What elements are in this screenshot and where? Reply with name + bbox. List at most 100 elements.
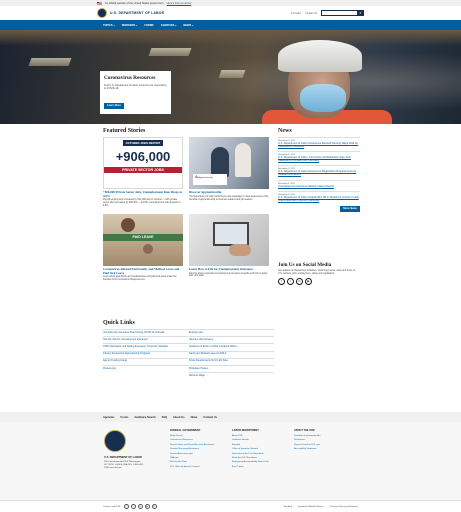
news-link[interactable]: U.S. Department of Labor, Commerce and E… (278, 156, 360, 162)
quick-link[interactable]: Poster Requirements for US Job Sites (189, 357, 274, 365)
nav-workers-label: WORKERS (121, 23, 136, 27)
footer-link-faq[interactable]: FAQ (162, 416, 167, 419)
footer-col-labor: LABOR DEPARTMENT About DOL Guidance Sear… (232, 429, 288, 469)
search-button[interactable]: ⌕ (357, 10, 364, 16)
news-link[interactable]: Unemployment Insurance Weekly Claims Rep… (278, 185, 360, 188)
footer-links-bar: Agencies Forms Guidance Search FAQ About… (0, 412, 461, 422)
quick-link[interactable]: Employer.gov (189, 329, 274, 336)
quick-link[interactable]: OSHA Vaccination and Testing Emergency T… (103, 343, 188, 350)
quick-link[interactable]: Workers.gov (103, 364, 188, 372)
twitter-icon[interactable]: t (287, 277, 294, 285)
quick-link[interactable]: Workplace Posters (189, 364, 274, 372)
footer-link-contact[interactable]: Contact Us (203, 416, 217, 419)
email-icon[interactable]: ✉ (151, 504, 157, 509)
quick-link[interactable]: Minimum Wage (189, 372, 274, 379)
featured-stories: Featured Stories OCTOBER JOBS REPORT +90… (103, 128, 269, 282)
footer-link-agencies[interactable]: Agencies (103, 416, 115, 419)
jobs-report-label: PRIVATE SECTOR JOBS (104, 167, 182, 173)
footer-social-icons: f t in ▶ ✉ (123, 504, 157, 509)
story-text: Payroll employment increased by 531,000 … (103, 199, 181, 207)
footer-link[interactable]: A to Z Index (232, 465, 288, 469)
person-figure (143, 243, 153, 254)
linkedin-icon[interactable]: in (296, 277, 303, 285)
quick-link[interactable]: Unemployment Insurance Relief During COV… (103, 329, 188, 336)
jobs-report-tag: OCTOBER JOBS REPORT (122, 140, 164, 146)
hero-text: Find U.S. Department of Labor resources … (104, 84, 167, 91)
quick-link[interactable]: Veterans Jobs Services (189, 336, 274, 343)
laptop-screen (213, 221, 249, 246)
us-flag-icon (97, 1, 102, 5)
unemployment-image (189, 213, 269, 266)
privacy-link[interactable]: Privacy & Security Statement (330, 506, 358, 508)
paid-leave-image: PAID LEAVE (103, 213, 183, 266)
dol-logo[interactable]: U.S. DEPARTMENT OF LABOR (97, 8, 164, 18)
hero-light (148, 48, 192, 56)
contact-us-link[interactable]: Contact Us (305, 12, 317, 15)
story-title[interactable]: +906,000 Private Sector Jobs, Unemployme… (103, 190, 183, 198)
nav-agencies[interactable]: AGENCIES ▾ (161, 24, 177, 27)
story-card[interactable]: A Apprenticeship Discover Apprenticeship… (189, 137, 269, 208)
footer-bottom-bar: Connect with DOL f t in ▶ ✉ Site Map Imp… (0, 500, 461, 512)
hero-learn-more-button[interactable]: Learn More (104, 102, 124, 109)
jobs-report-image: OCTOBER JOBS REPORT +906,000 PRIVATE SEC… (103, 137, 183, 189)
quick-links-col-1: Unemployment Insurance Relief During COV… (103, 329, 188, 379)
quick-link[interactable]: Agency Funding Grants (103, 357, 188, 365)
agency-name: U.S. DEPARTMENT OF LABOR (110, 11, 165, 15)
youtube-icon[interactable]: ▶ (144, 504, 150, 509)
nav-news-label: NEWS (183, 23, 192, 27)
youtube-icon[interactable]: ▶ (305, 277, 312, 285)
footer-col-about: ABOUT THE SITE Freedom of Information Ac… (294, 429, 350, 452)
gov-banner-text: An official website of the United States… (105, 1, 164, 5)
search-input[interactable] (321, 10, 357, 16)
facebook-icon[interactable]: f (123, 504, 129, 509)
hero-banner: Coronavirus Resources Find U.S. Departme… (0, 30, 461, 124)
story-card[interactable]: Learn How to File for Unemployment Insur… (189, 213, 269, 282)
social-text: Get updates on Department initiatives, u… (278, 270, 356, 275)
quick-link[interactable]: Family and Medical Leave Act FMLA (189, 350, 274, 358)
quick-links: Quick Links Unemployment Insurance Relie… (103, 320, 360, 379)
footer-link[interactable]: Accessibility Statement (294, 447, 350, 451)
story-title[interactable]: Learn How to File for Unemployment Insur… (189, 267, 269, 272)
more-news-button[interactable]: More News (340, 205, 360, 212)
story-card[interactable]: OCTOBER JOBS REPORT +906,000 PRIVATE SEC… (103, 137, 183, 208)
facebook-icon[interactable]: f (278, 277, 285, 285)
utility-links: A-Z Index Contact Us ⌕ (291, 10, 364, 16)
nav-news[interactable]: NEWS ▾ (183, 24, 193, 27)
footer-link-forms[interactable]: Forms (121, 416, 129, 419)
twitter-icon[interactable]: t (130, 504, 136, 509)
footer-link-news[interactable]: News (191, 416, 198, 419)
story-text: Learn about paid family and medical leav… (103, 276, 177, 281)
chevron-down-icon: ▾ (175, 24, 177, 27)
story-title[interactable]: Discover Apprenticeship (189, 190, 269, 195)
news-link[interactable]: U.S. Department of Labor Announces Revis… (278, 142, 360, 148)
footer-col-title: FEDERAL GOVERNMENT (170, 429, 201, 432)
social-panel: Join Us on Social Media Get updates on D… (278, 262, 360, 285)
website-notices-link[interactable]: Important Website Notices (298, 506, 324, 508)
chevron-down-icon: ▾ (192, 24, 194, 27)
quick-link[interactable]: How Do I File for Unemployment Insurance… (103, 336, 188, 343)
quick-link[interactable]: Guidance for Return to Work in Federal O… (189, 343, 274, 350)
quick-links-title: Quick Links (103, 320, 135, 326)
story-title[interactable]: Coronavirus-Related Paid Family and Medi… (103, 267, 183, 275)
az-index-link[interactable]: A-Z Index (291, 12, 301, 15)
footer-col-federal: FEDERAL GOVERNMENT White House Coronavir… (170, 429, 226, 469)
nav-forms[interactable]: FORMS (144, 24, 153, 27)
news-link[interactable]: U.S. Department of Labor Announces Regis… (278, 170, 360, 176)
hero-ceiling (0, 30, 461, 46)
apprenticeship-image: A Apprenticeship (189, 137, 269, 189)
nav-workers[interactable]: WORKERS ▾ (122, 24, 138, 27)
news-link[interactable]: U.S. Department of Labor Awards $12.7M i… (278, 196, 360, 202)
news-item: November 4, 2021 U.S. Department of Labo… (278, 151, 360, 165)
quick-link[interactable]: Industry Recognized Apprenticeship Progr… (103, 350, 188, 358)
linkedin-icon[interactable]: in (137, 504, 143, 509)
heres-how-link[interactable]: Here's how you know (167, 2, 192, 5)
nav-topics[interactable]: TOPICS ▾ (103, 24, 115, 27)
footer-link[interactable]: U.S. Office of Special Counsel (170, 465, 226, 469)
news-title: News (278, 128, 292, 134)
site-map-link[interactable]: Site Map (283, 506, 292, 508)
apprenticeship-logo-text: Apprenticeship (198, 177, 213, 179)
story-card[interactable]: PAID LEAVE Coronavirus-Related Paid Fami… (103, 213, 183, 282)
footer-link-guidance[interactable]: Guidance Search (134, 416, 155, 419)
hero-light (28, 58, 72, 66)
footer-link-about[interactable]: About Us (173, 416, 185, 419)
